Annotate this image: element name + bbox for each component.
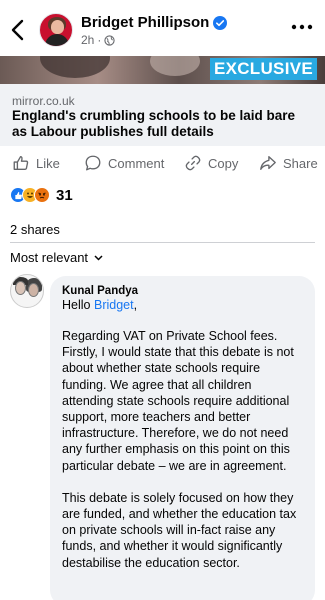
post-actions: Like Comment Copy Share [0,150,325,176]
link-image[interactable]: EXCLUSIVE [0,56,325,84]
comment-label: Comment [108,155,165,171]
commenter-avatar[interactable] [10,274,44,308]
more-options-icon[interactable] [291,23,313,31]
comment-icon [85,155,101,171]
comment-paragraph: Regarding VAT on Private School fees. Fi… [62,329,294,473]
link-domain: mirror.co.uk [12,94,75,108]
copy-button[interactable]: Copy [184,150,238,176]
mention-link[interactable]: Bridget [94,298,134,312]
like-button[interactable]: Like [12,150,60,176]
like-label: Like [36,155,60,171]
comment-bubble: Kunal Pandya Hello Bridget, Regarding VA… [50,276,315,600]
chevron-down-icon [94,254,103,261]
verified-badge-icon [213,16,228,31]
copy-label: Copy [208,155,239,171]
shares-count[interactable]: 2 shares [10,222,60,237]
angry-reaction-icon [34,187,50,203]
reaction-count: 31 [56,186,73,204]
comment-paragraph: This debate is solely focused on how the… [62,490,297,570]
post-time[interactable]: 2h [81,33,94,47]
link-title: England's crumbling schools to be laid b… [12,108,296,139]
share-icon [260,156,276,170]
post-meta: 2h · [81,33,115,47]
author-name-row[interactable]: Bridget Phillipson [81,14,228,31]
comment-greeting: Hello Bridget, [62,298,138,312]
thumbs-up-icon [13,156,29,170]
author-name[interactable]: Bridget Phillipson [81,14,209,31]
commenter-name[interactable]: Kunal Pandya [62,285,303,297]
reaction-summary[interactable]: 31 [10,186,73,204]
sort-label: Most relevant [10,250,89,265]
exclusive-badge: EXCLUSIVE [209,58,317,80]
link-icon [185,155,201,171]
comment-button[interactable]: Comment [84,150,164,176]
comment-sort-dropdown[interactable]: Most relevant [10,250,103,265]
share-label: Share [283,155,318,171]
post-header: Bridget Phillipson 2h · [0,0,325,58]
divider [10,242,315,243]
author-avatar[interactable] [39,13,73,47]
link-preview[interactable]: mirror.co.uk England's crumbling schools… [0,84,325,146]
globe-icon [104,34,115,46]
back-arrow-icon[interactable] [10,18,26,42]
share-button[interactable]: Share [259,150,318,176]
